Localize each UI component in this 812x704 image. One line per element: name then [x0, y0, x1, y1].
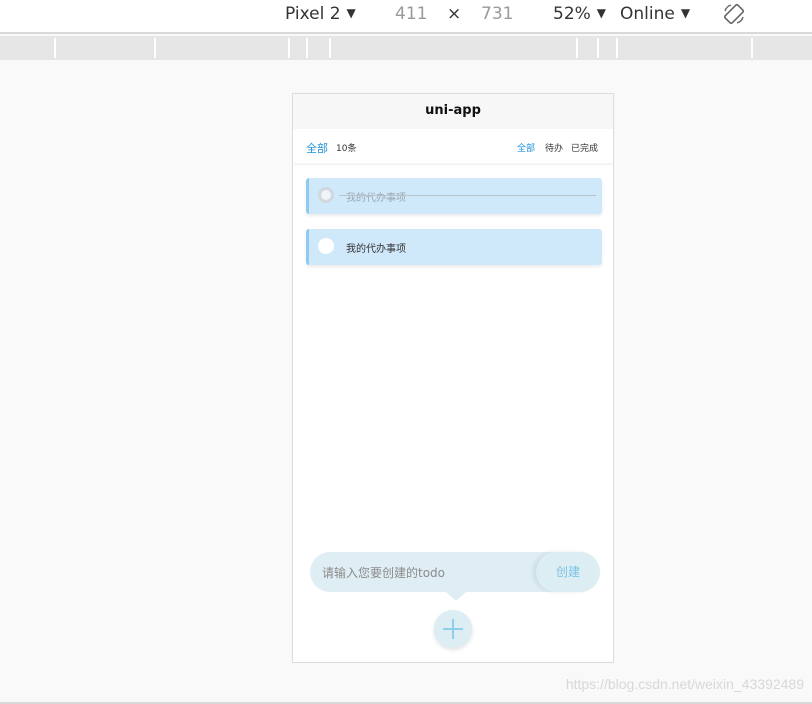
filter-done[interactable]: 已完成	[571, 141, 598, 154]
media-query-marker[interactable]	[329, 38, 331, 58]
input-pointer	[446, 592, 466, 601]
media-query-marker[interactable]	[54, 38, 56, 58]
app-navbar: uni-app	[293, 94, 613, 129]
filter-bar: 全部 10条 全部 待办 已完成	[293, 129, 613, 163]
create-button[interactable]: 创建	[536, 552, 600, 592]
device-caret-icon: ▼	[346, 6, 356, 20]
todo-count: 10条	[336, 144, 357, 154]
todo-checkbox[interactable]	[318, 187, 334, 203]
todo-checkbox[interactable]	[318, 238, 334, 254]
todo-text: 我的代办事项	[346, 193, 406, 204]
plus-icon	[452, 619, 454, 639]
width-input[interactable]: 411	[395, 4, 427, 24]
media-query-marker[interactable]	[576, 38, 578, 58]
dimension-separator: ×	[447, 4, 462, 24]
toolbar-divider	[0, 32, 812, 34]
device-select[interactable]: Pixel 2 ▼	[285, 4, 356, 25]
network-select[interactable]: Online ▼	[620, 4, 690, 25]
all-label: 全部	[306, 142, 328, 155]
todo-item[interactable]: 我的代办事项	[306, 229, 602, 265]
network-caret-icon: ▼	[680, 6, 691, 20]
height-input[interactable]: 731	[481, 4, 513, 24]
media-query-marker[interactable]	[154, 38, 156, 58]
zoom-label: 52%	[553, 4, 591, 24]
media-query-marker[interactable]	[597, 38, 599, 58]
todo-input-bar: 请输入您要创建的todo 创建	[310, 552, 600, 601]
todo-item[interactable]: 我的代办事项	[306, 178, 602, 214]
device-label: Pixel 2	[285, 4, 341, 24]
filter-all[interactable]: 全部	[517, 141, 535, 154]
app-title: uni-app	[425, 103, 481, 118]
phone-viewport: uni-app 全部 10条 全部 待办 已完成 我的代办事项 我的代办事项 请…	[292, 93, 614, 663]
media-query-marker[interactable]	[751, 38, 753, 58]
add-button[interactable]	[434, 610, 472, 648]
media-query-bar[interactable]	[0, 36, 812, 60]
watermark: https://blog.csdn.net/weixin_43392489	[565, 676, 804, 692]
media-query-marker[interactable]	[306, 38, 308, 58]
devtools-toolbar: Pixel 2 ▼ 411 × 731 52% ▼ Online ▼	[0, 0, 812, 32]
zoom-caret-icon: ▼	[596, 6, 607, 20]
todo-input[interactable]: 请输入您要创建的todo	[322, 564, 522, 581]
rotate-icon[interactable]	[722, 2, 746, 26]
media-query-marker[interactable]	[288, 38, 290, 58]
network-label: Online	[620, 4, 675, 24]
media-query-marker[interactable]	[616, 38, 618, 58]
filter-pending[interactable]: 待办	[545, 141, 563, 154]
strikethrough-line	[339, 195, 596, 196]
todo-text: 我的代办事项	[346, 244, 406, 255]
zoom-select[interactable]: 52% ▼	[553, 4, 606, 25]
